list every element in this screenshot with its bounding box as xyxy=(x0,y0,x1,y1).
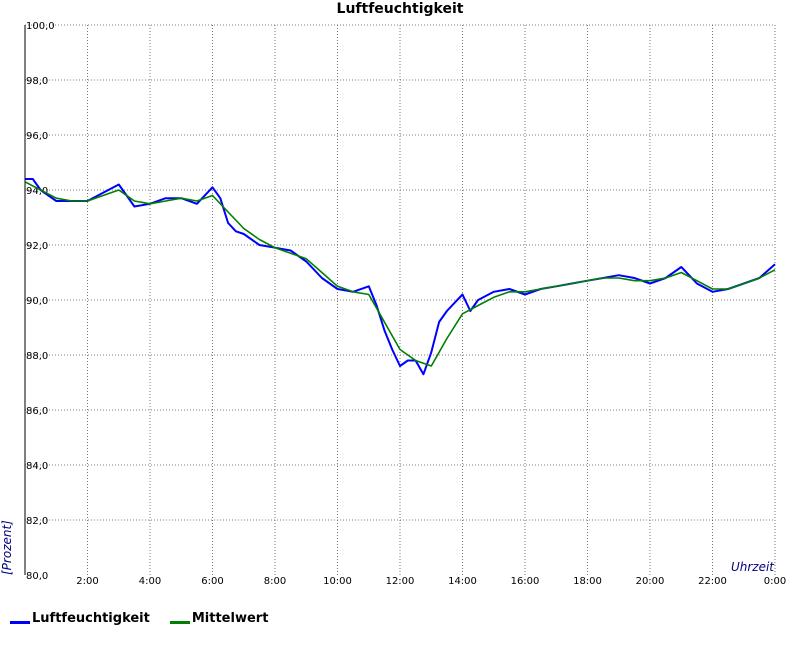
y-tick-label: 88,0 xyxy=(26,351,48,362)
x-tick-label: 8:00 xyxy=(264,576,286,587)
x-tick-label: 12:00 xyxy=(386,576,415,587)
y-tick-label: 98,0 xyxy=(26,76,48,87)
y-tick-label: 100,0 xyxy=(26,21,55,32)
y-tick-label: 92,0 xyxy=(26,241,48,252)
x-tick-label: 18:00 xyxy=(573,576,602,587)
y-tick-label: 90,0 xyxy=(26,296,48,307)
grid xyxy=(25,24,776,575)
y-tick-label: 80,0 xyxy=(26,571,48,582)
x-tick-label: 10:00 xyxy=(323,576,352,587)
x-tick-label: 20:00 xyxy=(636,576,665,587)
x-tick-label: 2:00 xyxy=(76,576,98,587)
x-tick-label: 22:00 xyxy=(698,576,727,587)
x-tick-label: 6:00 xyxy=(201,576,223,587)
legend-swatch-blue xyxy=(10,620,30,624)
legend-item-mittelwert: Mittelwert xyxy=(169,610,269,626)
y-tick-label: 84,0 xyxy=(26,461,48,472)
x-axis-label: Uhrzeit xyxy=(731,560,775,574)
x-axis: 2:00 4:00 6:00 8:00 10:00 12:00 14:00 16:00 18:0… xyxy=(76,576,786,587)
y-tick-label: 96,0 xyxy=(26,131,48,142)
legend-item-luftfeuchtigkeit: Luftfeuchtigkeit xyxy=(10,611,150,626)
chart-title: Luftfeuchtigkeit xyxy=(337,1,464,17)
legend-swatch-green xyxy=(169,620,190,624)
x-tick-label: 14:00 xyxy=(448,576,477,587)
chart: Luftfeuchtigkeit 80,0 82,0 84,0 86,0 88,0 90,… xyxy=(0,1,786,587)
legend: Luftfeuchtigkeit Mittelwert xyxy=(10,609,288,627)
y-axis-label: [Prozent] xyxy=(0,520,14,575)
x-tick-label: 4:00 xyxy=(139,576,161,587)
series-line-1 xyxy=(24,181,776,367)
legend-label: Luftfeuchtigkeit xyxy=(32,610,150,626)
x-tick-label: 16:00 xyxy=(511,576,540,587)
y-tick-label: 82,0 xyxy=(26,516,48,527)
x-tick-label: 0:00 xyxy=(764,576,786,587)
legend-label: Mittelwert xyxy=(191,610,269,626)
y-axis: 80,082,084,086,088,090,092,094,096,098,0… xyxy=(26,21,55,582)
y-tick-label: 86,0 xyxy=(26,406,48,417)
